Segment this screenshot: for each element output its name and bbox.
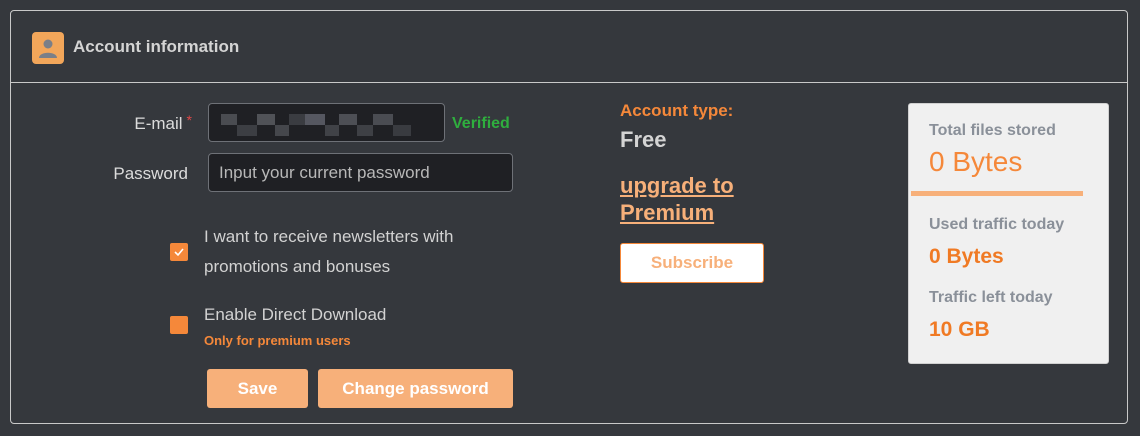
direct-download-checkbox[interactable] (170, 316, 188, 334)
save-button[interactable]: Save (207, 369, 308, 408)
direct-download-label: Enable Direct Download (204, 305, 387, 324)
change-password-button[interactable]: Change password (318, 369, 513, 408)
account-type-value: Free (620, 127, 667, 152)
password-field[interactable] (208, 153, 513, 192)
files-stored-value: 0 Bytes (929, 146, 1023, 177)
files-stored-label: Total files stored (929, 122, 1056, 139)
subscribe-button[interactable]: Subscribe (620, 243, 764, 283)
account-type-label: Account type: (620, 101, 734, 120)
used-traffic-label: Used traffic today (929, 216, 1065, 233)
page-title: Account information (73, 37, 240, 56)
panel-header: Account information (11, 11, 1127, 83)
email-label: E-mail * (134, 112, 192, 133)
storage-stats-card: Total files stored 0 Bytes Used traffic … (908, 103, 1109, 364)
user-icon (32, 32, 64, 64)
newsletter-checkbox[interactable] (170, 243, 188, 261)
email-field[interactable] (208, 103, 445, 142)
email-verified-status: Verified (452, 115, 510, 132)
required-marker: * (186, 112, 192, 128)
storage-bar (911, 191, 1083, 196)
traffic-left-value: 10 GB (929, 318, 990, 341)
newsletter-label: I want to receive newsletters with promo… (204, 227, 454, 276)
traffic-left-label: Traffic left today (929, 289, 1053, 306)
used-traffic-value: 0 Bytes (929, 245, 1004, 268)
check-icon (174, 248, 184, 257)
upgrade-premium-link[interactable]: upgrade to Premium (620, 172, 800, 226)
premium-only-note: Only for premium users (204, 333, 351, 348)
email-value-redacted (221, 114, 411, 136)
password-label: Password (113, 164, 188, 183)
